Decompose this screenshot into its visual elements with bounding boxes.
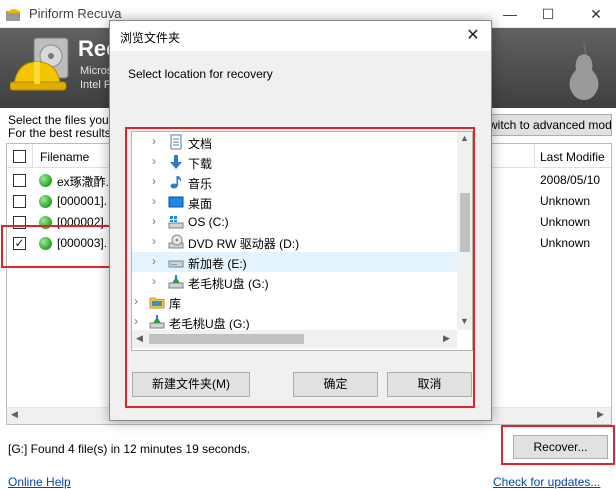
- dialog-close-button[interactable]: ✕: [462, 25, 484, 45]
- dialog-title-bar: 浏览文件夹 ✕: [110, 21, 491, 51]
- window-title: Piriform Recuva: [29, 6, 122, 21]
- file-name: [000001].: [57, 194, 108, 208]
- status-green-icon: [39, 195, 52, 208]
- instruction-line-2: For the best results, r: [8, 126, 122, 140]
- status-text: [G:] Found 4 file(s) in 12 minutes 19 se…: [8, 442, 251, 456]
- highlight-folder-selection: [125, 127, 475, 408]
- file-last-modified: Unknown: [540, 236, 591, 250]
- instruction-line-1: Select the files you w: [8, 113, 121, 127]
- scroll-right-arrow-icon[interactable]: ▶: [597, 409, 604, 420]
- highlight-recover-button: [501, 425, 615, 465]
- status-green-icon: [39, 174, 52, 187]
- highlight-checked-row: [1, 225, 114, 268]
- row-checkbox[interactable]: [13, 195, 26, 208]
- file-name: ex琢潵酢.: [57, 175, 110, 189]
- dialog-title: 浏览文件夹: [120, 31, 181, 45]
- online-help-link[interactable]: Online Help: [8, 475, 71, 489]
- recuva-app-icon: [6, 9, 21, 21]
- system-info-line-1: Micros: [80, 65, 113, 77]
- column-separator: [32, 144, 33, 168]
- close-button[interactable]: ✕: [576, 0, 616, 28]
- system-info-line-2: Intel F: [80, 79, 111, 91]
- minimize-button[interactable]: —: [490, 0, 530, 28]
- piriform-pear-icon: [569, 43, 599, 100]
- column-header-last-modified[interactable]: Last Modifie: [540, 150, 605, 164]
- maximize-button[interactable]: ☐: [528, 0, 568, 28]
- check-for-updates-link[interactable]: Check for updates...: [493, 475, 600, 489]
- select-all-checkbox[interactable]: [13, 150, 26, 163]
- file-last-modified: Unknown: [540, 215, 591, 229]
- scroll-left-arrow-icon[interactable]: ◀: [11, 409, 18, 420]
- column-separator: [534, 144, 535, 168]
- switch-advanced-mode-button[interactable]: witch to advanced mode: [484, 114, 612, 136]
- file-last-modified: 2008/05/10: [540, 173, 601, 187]
- row-checkbox[interactable]: [13, 174, 26, 187]
- column-header-filename[interactable]: Filename: [40, 150, 89, 164]
- file-last-modified: Unknown: [540, 194, 591, 208]
- dialog-prompt: Select location for recovery: [128, 67, 273, 81]
- recuva-logo-icon: [10, 37, 69, 91]
